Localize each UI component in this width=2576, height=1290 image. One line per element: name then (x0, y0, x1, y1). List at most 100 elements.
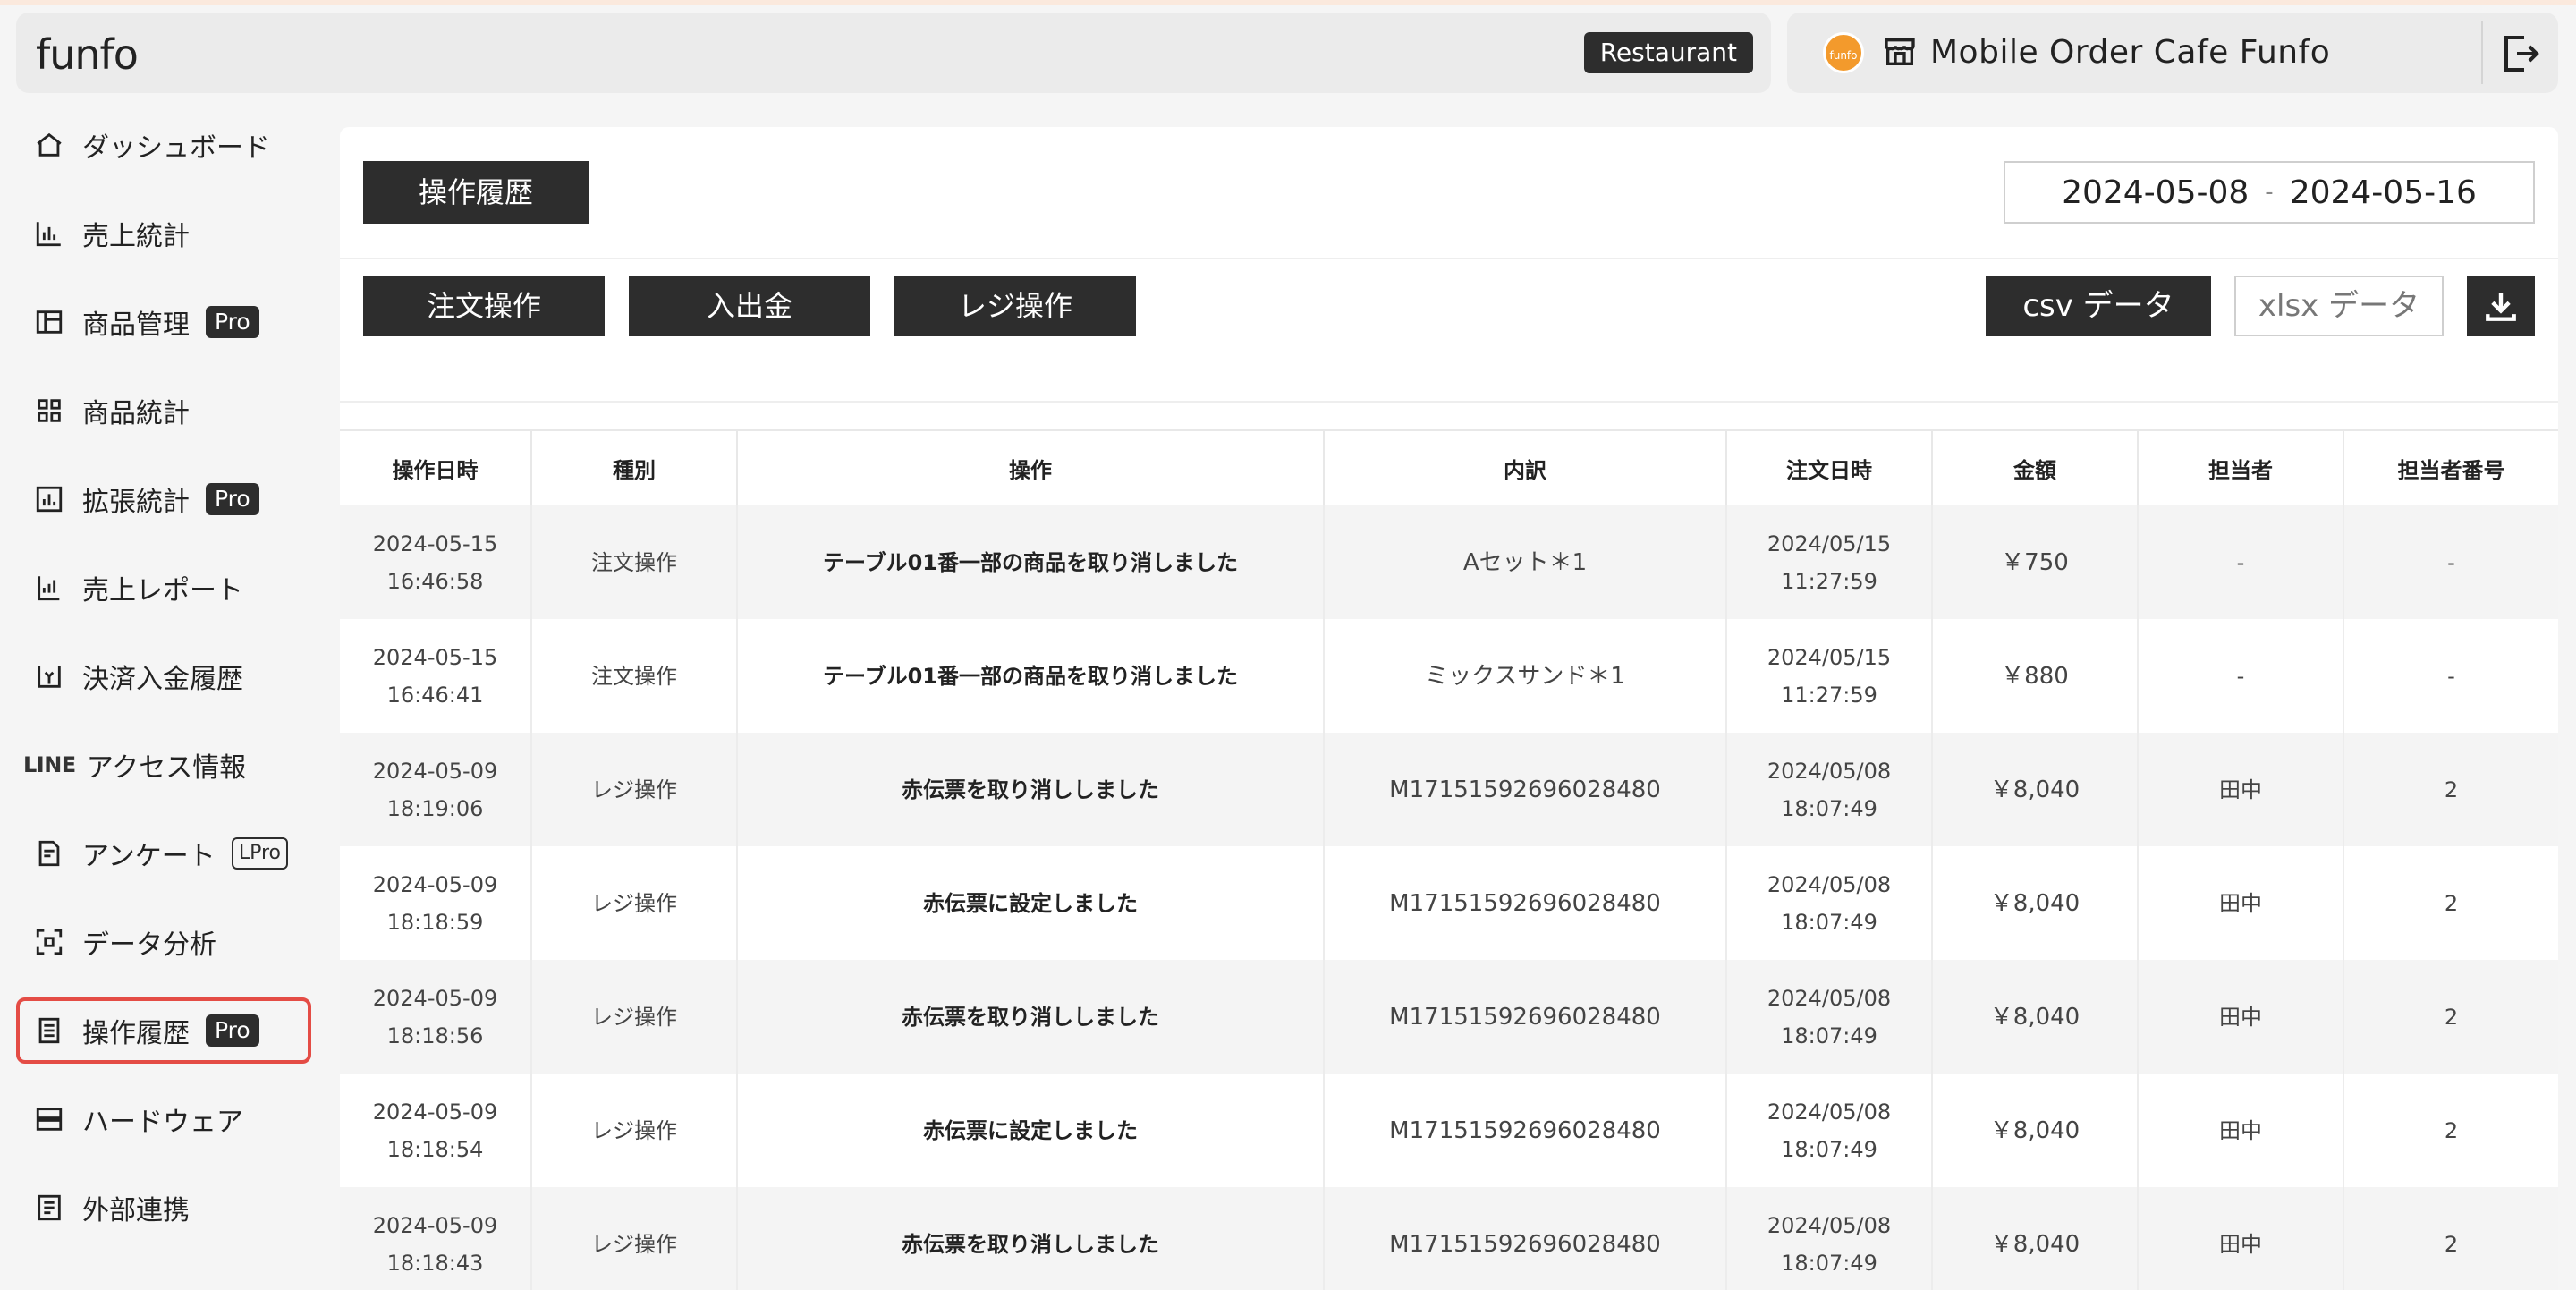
cell-operation: 赤伝票を取り消ししました (737, 960, 1325, 1074)
filter-register-ops-button[interactable]: レジ操作 (894, 276, 1136, 336)
cell-type: レジ操作 (531, 960, 738, 1074)
payment-history-icon (34, 661, 64, 692)
cell-staff-text: 田中 (2219, 890, 2262, 916)
cell-detail: M17151592696028480 (1324, 733, 1727, 846)
cell-operation-datetime-text: 16:46:41 (386, 682, 484, 708)
cell-detail: M17151592696028480 (1324, 960, 1727, 1074)
cell-detail-text: M17151592696028480 (1389, 776, 1661, 803)
cell-type-text: 注文操作 (591, 549, 677, 575)
sidebar-item-operation-history[interactable]: 操作履歴 Pro (16, 997, 311, 1064)
cell-order-datetime: 2024/05/08 18:07:49 (1726, 846, 1933, 960)
column-header[interactable]: 操作日時 (340, 429, 532, 505)
cell-operation-datetime: 2024-05-09 18:18:54 (340, 1074, 532, 1187)
cell-staff-number-text: 2 (2444, 890, 2459, 916)
sidebar-item-product-management[interactable]: 商品管理 Pro (16, 289, 311, 355)
cell-operation-text: 赤伝票を取り消ししました (902, 1004, 1159, 1030)
xlsx-export-button[interactable]: xlsx データ (2234, 276, 2444, 336)
sidebar-item-hardware[interactable]: ハードウェア (16, 1086, 311, 1152)
cell-operation-datetime-text: 2024-05-09 (372, 1099, 498, 1125)
csv-export-button[interactable]: csv データ (1986, 276, 2211, 336)
date-separator: - (2265, 179, 2274, 206)
cell-detail: Aセット＊1 (1324, 505, 1727, 619)
cell-detail: M17151592696028480 (1324, 1187, 1727, 1290)
sidebar-item-label: 売上レポート (82, 575, 243, 607)
cell-staff-number: 2 (2343, 846, 2558, 960)
table-row[interactable]: 2024-05-09 18:18:56 レジ操作 赤伝票を取り消ししました M17151… (340, 960, 2558, 1074)
cell-order-datetime: 2024/05/08 18:07:49 (1726, 960, 1933, 1074)
table-row[interactable]: 2024-05-09 18:18:54 レジ操作 赤伝票に設定しました M1715159… (340, 1074, 2558, 1187)
store-header: funfo Mobile Order Cafe Funfo (1787, 13, 2558, 93)
column-header[interactable]: 内訳 (1324, 429, 1727, 505)
grid-icon (34, 395, 64, 426)
cell-operation-datetime-text: 18:19:06 (386, 795, 484, 821)
cell-operation-datetime: 2024-05-15 16:46:41 (340, 619, 532, 733)
sidebar-item-payment-history[interactable]: 決済入金履歴 (16, 643, 311, 709)
table-row[interactable]: 2024-05-09 18:18:59 レジ操作 赤伝票に設定しました M1715159… (340, 846, 2558, 960)
cell-order-datetime-text: 2024/05/15 (1767, 644, 1892, 670)
column-header[interactable]: 金額 (1932, 429, 2139, 505)
sidebar-item-data-analysis[interactable]: データ分析 (16, 909, 311, 975)
table-row[interactable]: 2024-05-09 18:19:06 レジ操作 赤伝票を取り消ししました M17151… (340, 733, 2558, 846)
cell-order-datetime-text: 11:27:59 (1781, 568, 1877, 594)
sidebar-item-label: 拡張統計 (82, 487, 190, 518)
cell-amount: ￥8,040 (1932, 846, 2139, 960)
table-row[interactable]: 2024-05-15 16:46:58 注文操作 テーブル01番一部の商品を取り消しま… (340, 505, 2558, 619)
cell-staff-number-text: 2 (2444, 1117, 2459, 1143)
column-header[interactable]: 注文日時 (1726, 429, 1933, 505)
cell-operation-text: テーブル01番一部の商品を取り消しました (823, 549, 1238, 575)
cell-order-datetime-text: 2024/05/15 (1767, 530, 1892, 556)
cell-operation: 赤伝票に設定しました (737, 846, 1325, 960)
cell-detail-text: Aセット＊1 (1462, 548, 1588, 576)
column-header[interactable]: 担当者 (2138, 429, 2344, 505)
cell-amount-text: ￥8,040 (1989, 889, 2080, 917)
cell-staff: - (2138, 619, 2344, 733)
sidebar-item-sales-report[interactable]: 売上レポート (16, 555, 311, 621)
divider (340, 401, 2558, 403)
cell-order-datetime: 2024/05/08 18:07:49 (1726, 1074, 1933, 1187)
date-range-picker[interactable]: 2024-05-08 - 2024-05-16 (2004, 161, 2535, 224)
divider (340, 258, 2558, 259)
column-header[interactable]: 操作 (737, 429, 1325, 505)
column-header[interactable]: 担当者番号 (2343, 429, 2558, 505)
cell-order-datetime-text: 2024/05/08 (1767, 1212, 1892, 1238)
sidebar-item-survey[interactable]: アンケート LPro (16, 820, 311, 887)
cell-detail-text: M17151592696028480 (1389, 1230, 1661, 1258)
filter-cash-button[interactable]: 入出金 (629, 276, 870, 336)
restaurant-badge: Restaurant (1583, 32, 1753, 73)
cell-operation-datetime-text: 2024-05-15 (372, 644, 498, 670)
table-row[interactable]: 2024-05-09 18:18:43 レジ操作 赤伝票を取り消ししました M17151… (340, 1187, 2558, 1290)
sidebar-item-label: 決済入金履歴 (82, 664, 243, 695)
sidebar-item-sales-stats[interactable]: 売上統計 (16, 200, 311, 267)
cell-staff: - (2138, 505, 2344, 619)
sidebar-item-integration[interactable]: 外部連携 (16, 1175, 311, 1241)
logout-icon[interactable] (2499, 32, 2542, 75)
sidebar-nav: ダッシュボード 売上統計 商品管理 Pro 商品統計 拡張統計 Pro 売上レポ… (16, 112, 311, 1263)
cell-operation: 赤伝票を取り消ししました (737, 1187, 1325, 1290)
extended-chart-icon (34, 484, 64, 514)
brand-logo[interactable]: funfo (36, 30, 139, 79)
filter-order-ops-button[interactable]: 注文操作 (363, 276, 605, 336)
download-button[interactable] (2467, 276, 2535, 336)
pro-badge: Pro (206, 1014, 259, 1047)
cell-staff-number: 2 (2343, 960, 2558, 1074)
line-logo-text: LINE (23, 752, 76, 777)
history-icon (34, 1015, 64, 1046)
cell-staff-text: 田中 (2219, 1231, 2262, 1257)
column-header[interactable]: 種別 (531, 429, 738, 505)
analysis-icon (34, 927, 64, 957)
sidebar-item-extended-stats[interactable]: 拡張統計 Pro (16, 466, 311, 532)
cell-operation: テーブル01番一部の商品を取り消しました (737, 505, 1325, 619)
cell-staff-text: 田中 (2219, 777, 2262, 802)
cell-order-datetime-text: 18:07:49 (1781, 1136, 1877, 1162)
cell-operation-text: 赤伝票を取り消ししました (902, 777, 1159, 802)
cell-staff: 田中 (2138, 1187, 2344, 1290)
cell-type-text: レジ操作 (591, 777, 677, 802)
cell-order-datetime: 2024/05/15 11:27:59 (1726, 505, 1933, 619)
cell-amount-text: ￥8,040 (1989, 1230, 2080, 1258)
table-row[interactable]: 2024-05-15 16:46:41 注文操作 テーブル01番一部の商品を取り消しま… (340, 619, 2558, 733)
sidebar-item-dashboard[interactable]: ダッシュボード (16, 112, 311, 178)
cell-operation: 赤伝票を取り消ししました (737, 733, 1325, 846)
cell-staff-text: - (2236, 549, 2245, 575)
sidebar-item-line-access[interactable]: LINE アクセス情報 (16, 732, 311, 798)
sidebar-item-product-stats[interactable]: 商品統計 (16, 378, 311, 444)
